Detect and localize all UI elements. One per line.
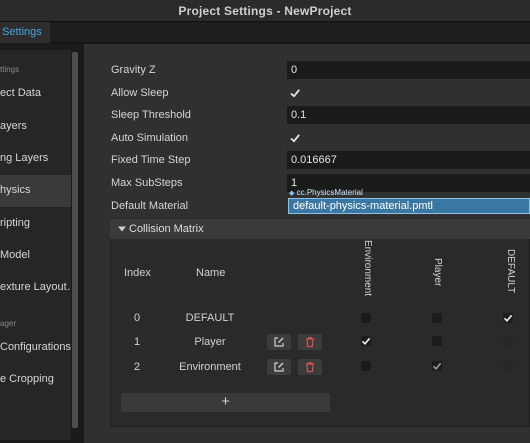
sidebar-item-configurations[interactable]: Configurations… [0,332,71,364]
delete-group-button[interactable] [298,359,322,375]
sidebar-section-project: ttings [0,65,20,74]
asset-type-label: cc.PhysicsMaterial [296,188,363,197]
sleep-threshold-label: Sleep Threshold [111,109,191,121]
row-index: 1 [133,336,141,348]
column-header-index: Index [124,267,151,279]
max-substeps-label: Max SubSteps [111,177,183,189]
edit-icon [274,337,284,347]
checkmark-icon [503,314,513,322]
trash-icon [306,337,314,348]
row-index: 2 [133,361,141,373]
title-bar: Project Settings - NewProject [0,0,530,22]
edit-group-button[interactable] [267,359,291,375]
allow-sleep-checkbox[interactable] [289,87,301,99]
sleep-threshold-input[interactable]: 0.1 [287,106,530,124]
row-index: 0 [133,312,141,324]
edit-group-button[interactable] [267,334,291,350]
allow-sleep-label: Allow Sleep [111,87,169,99]
fixed-time-step-label: Fixed Time Step [111,154,191,166]
group-label-default: DEFAULT [505,249,516,294]
collision-checkbox[interactable] [432,361,442,371]
auto-simulation-label: Auto Simulation [111,132,189,144]
sidebar-item-project-data[interactable]: ect Data [0,78,71,110]
checkmark-icon [432,362,442,370]
sidebar-item-scripting[interactable]: ripting [0,208,71,240]
gravity-z-input[interactable]: 0 [287,61,530,79]
row-name: DEFAULT [185,312,235,324]
sidebar-section-manager: ager [0,319,17,328]
sidebar-item-model[interactable]: Model [0,240,71,272]
sidebar-item-sorting-layers[interactable]: ng Layers [0,143,71,175]
collision-checkbox[interactable] [361,361,371,371]
group-label-environment: Environment [362,240,373,297]
add-group-button[interactable]: + [121,393,330,412]
sidebar-item-cropping[interactable]: e Cropping [0,364,71,396]
checkmark-icon [290,134,300,143]
group-label-player: Player [432,258,443,287]
tab-settings[interactable]: Settings [0,22,50,43]
asset-type-icon: ◆ [289,190,295,197]
fixed-time-step-input[interactable]: 0.016667 [287,151,530,169]
sidebar-item-layers[interactable]: ayers [0,111,71,143]
collision-checkbox[interactable] [503,313,513,323]
collision-checkbox[interactable] [432,336,442,346]
default-material-label: Default Material [111,200,189,212]
auto-simulation-checkbox[interactable] [289,132,301,144]
row-name: Environment [179,361,241,373]
collision-checkbox[interactable] [432,313,442,323]
settings-sidebar: ttings ect Data ayers ng Layers hysics r… [0,50,71,440]
trash-icon [306,362,314,373]
sidebar-item-texture-layout[interactable]: exture Layout… [0,272,71,304]
checkmark-icon [290,89,300,98]
collision-checkbox[interactable] [361,313,371,323]
default-material-asset-field[interactable]: default-physics-material.pmtl [288,198,530,214]
collision-checkbox-disabled [503,336,513,346]
column-header-name: Name [196,267,226,279]
window-title: Project Settings - NewProject [178,4,352,18]
collision-checkbox[interactable] [361,336,371,346]
delete-group-button[interactable] [298,334,322,350]
collision-checkbox-disabled [503,361,513,371]
chevron-down-icon [118,226,126,232]
edit-icon [274,362,284,372]
tab-bar: Settings [0,22,530,43]
gravity-z-label: Gravity Z [111,64,156,76]
collision-matrix-title: Collision Matrix [129,223,204,235]
sidebar-item-physics[interactable]: hysics [0,175,71,207]
checkmark-icon [361,337,371,345]
sidebar-scrollbar[interactable] [72,52,78,428]
row-name: Player [194,336,226,348]
